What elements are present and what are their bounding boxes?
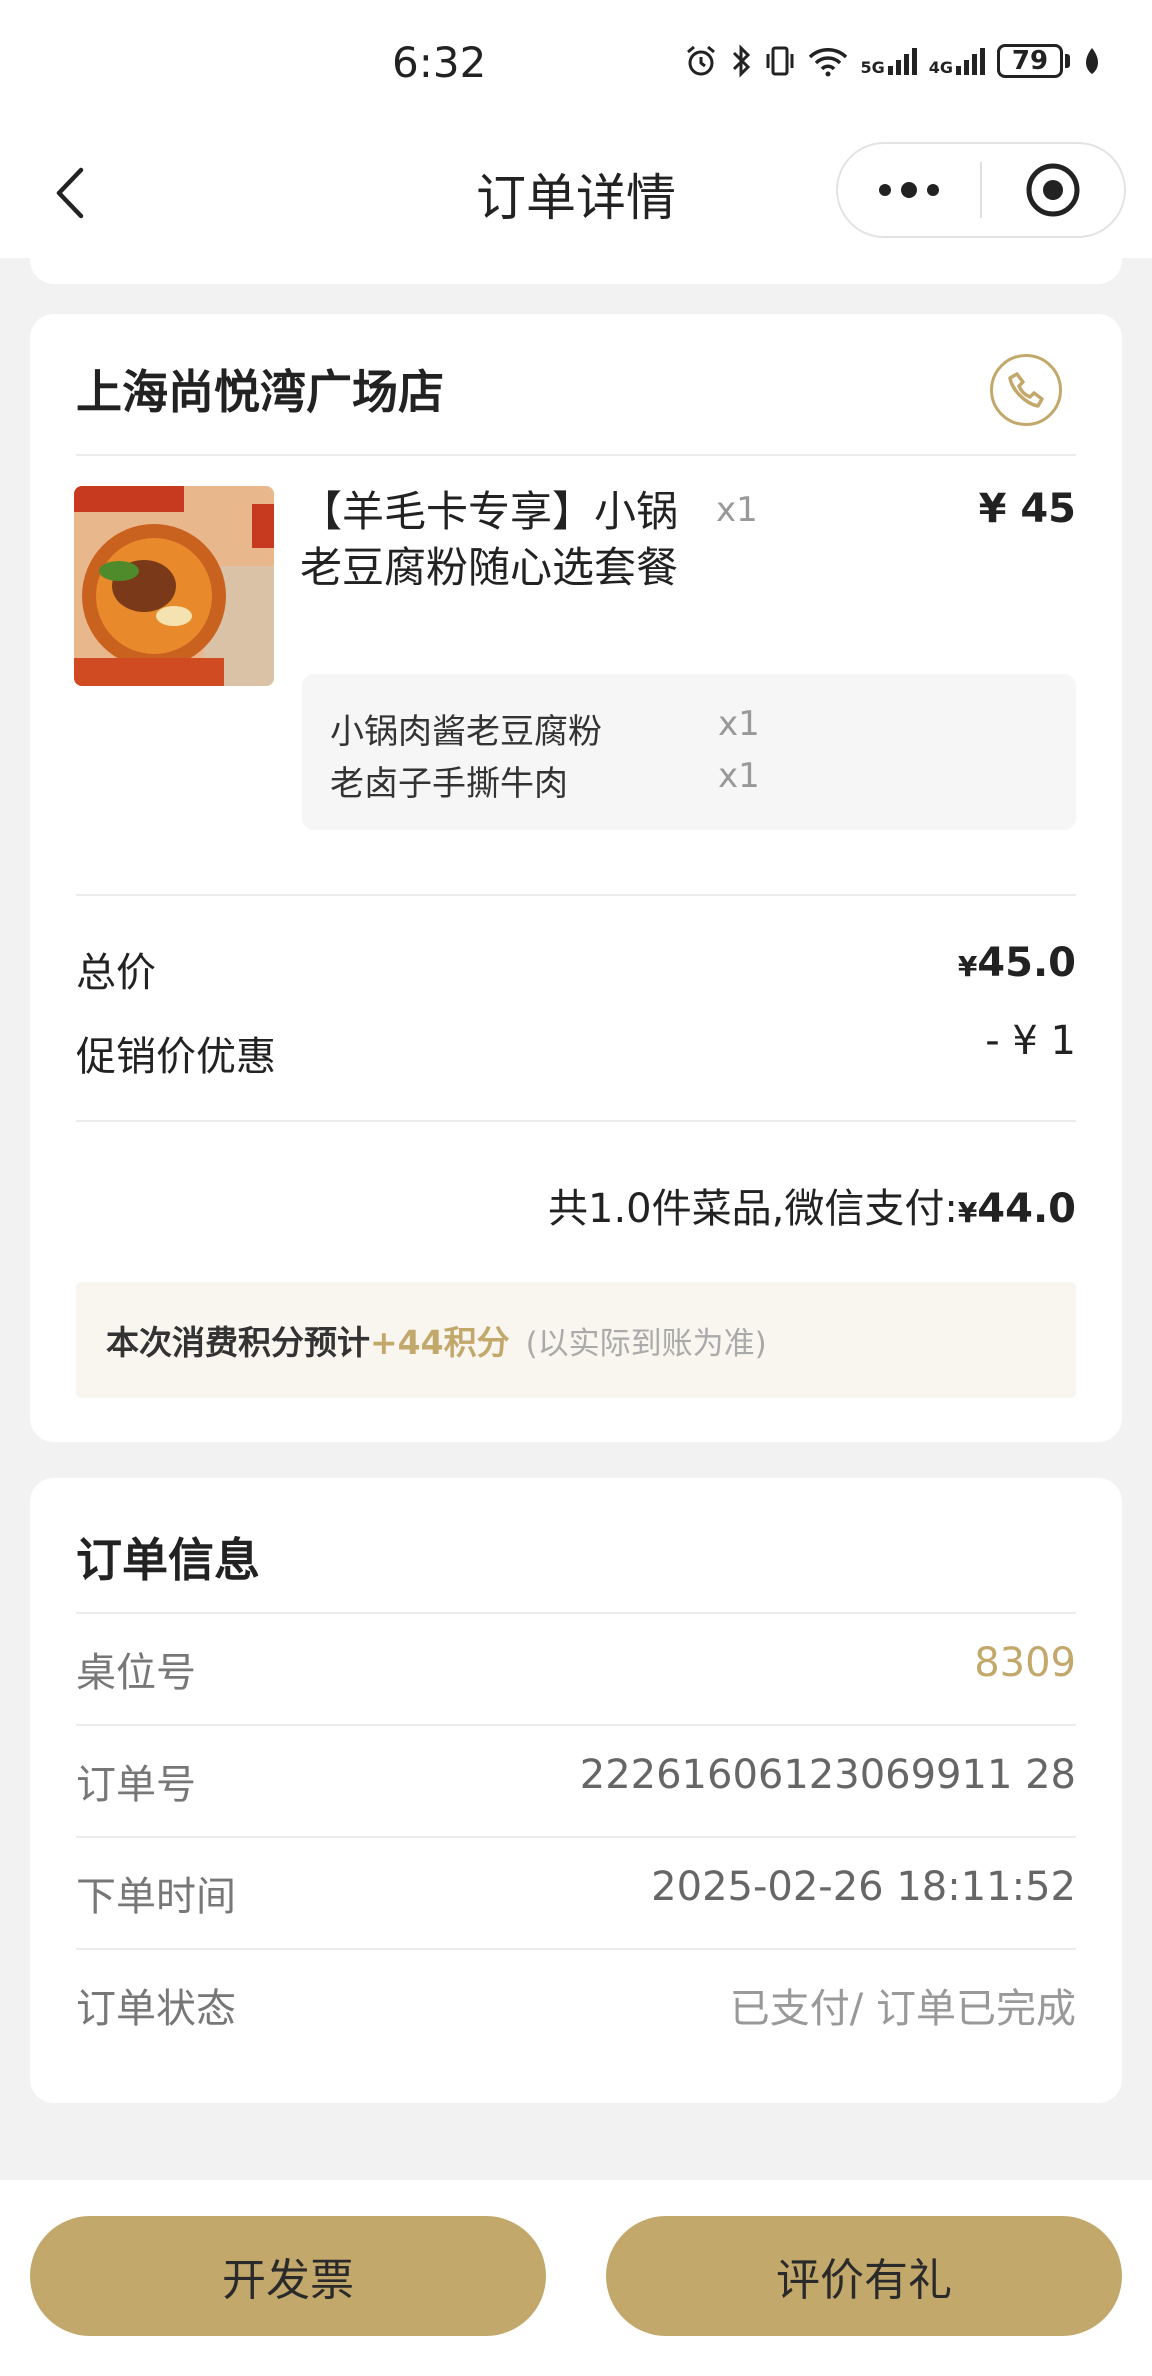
target-circle-icon [1026, 163, 1080, 217]
dish-image[interactable] [74, 486, 274, 686]
divider [76, 1724, 1076, 1726]
divider [76, 1836, 1076, 1838]
order-items-card: 上海尚悦湾广场店 【羊毛卡专享】小锅老豆腐粉随心选套餐 x1 ¥ 45 小锅肉酱… [30, 314, 1122, 1442]
invoice-button[interactable]: 开发票 [30, 2216, 546, 2336]
divider [76, 454, 1076, 456]
order-info-title: 订单信息 [76, 1533, 260, 1587]
previous-card-stub [30, 258, 1122, 284]
combo-items-box: 小锅肉酱老豆腐粉 x1 老卤子手撕牛肉 x1 [302, 674, 1076, 830]
dish-name: 【羊毛卡专享】小锅老豆腐粉随心选套餐 [300, 487, 679, 592]
status-icons: 5G 4G 79 [684, 44, 1102, 78]
bluetooth-icon [730, 44, 752, 78]
divider [76, 894, 1076, 896]
phone-icon [1008, 372, 1044, 408]
signal-5g-icon: 5G [860, 46, 917, 76]
dish-price: ¥ 45 [978, 486, 1076, 532]
divider [76, 1948, 1076, 1950]
status-time: 6:32 [392, 38, 487, 87]
payment-summary: 共1.0件菜品,微信支付:¥44.0 [548, 1186, 1076, 1232]
bottom-action-bar: 开发票 评价有礼 [0, 2180, 1152, 2376]
leaf-icon [1082, 46, 1102, 76]
status-bar: 6:32 5G 4G 79 [0, 0, 1152, 130]
table-number-label: 桌位号 [76, 1650, 196, 1696]
wifi-icon [808, 45, 848, 77]
total-price-label: 总价 [76, 950, 156, 996]
combo-item-name: 小锅肉酱老豆腐粉 [330, 712, 602, 752]
review-button[interactable]: 评价有礼 [606, 2216, 1122, 2336]
more-dots-icon [879, 182, 939, 198]
points-estimate-box: 本次消费积分预计 +44积分 (以实际到账为准) [76, 1282, 1076, 1398]
order-time-label: 下单时间 [76, 1874, 236, 1920]
total-price-value: ¥45.0 [957, 940, 1076, 986]
order-number-value[interactable]: 22261606123069911 28 [580, 1752, 1076, 1798]
vibrate-icon [764, 44, 796, 78]
divider [76, 1612, 1076, 1614]
call-store-button[interactable] [990, 354, 1062, 426]
nav-bar: 订单详情 [0, 130, 1152, 258]
dish-quantity: x1 [716, 490, 758, 530]
order-status-label: 订单状态 [76, 1986, 236, 2032]
order-info-card: 订单信息 桌位号 8309 订单号 22261606123069911 28 下… [30, 1478, 1122, 2103]
alarm-icon [684, 44, 718, 78]
order-time-value: 2025-02-26 18:11:52 [651, 1864, 1076, 1910]
close-mini-program-button[interactable] [982, 144, 1124, 236]
order-status-value: 已支付/ 订单已完成 [729, 1986, 1076, 2032]
table-number-value: 8309 [974, 1640, 1076, 1686]
order-detail-page: 6:32 5G 4G 79 订单详情 上海尚悦湾广场店 【羊毛卡专享】小锅老豆腐… [0, 0, 1152, 2376]
combo-item-qty: x1 [718, 704, 760, 744]
divider [76, 1120, 1076, 1122]
more-button[interactable] [838, 144, 980, 236]
battery-icon: 79 [997, 44, 1070, 78]
discount-label: 促销价优惠 [76, 1034, 276, 1080]
mini-program-capsule [836, 142, 1126, 238]
signal-4g-icon: 4G [929, 46, 985, 76]
discount-value: - ¥ 1 [985, 1018, 1076, 1064]
combo-item-qty: x1 [718, 756, 760, 796]
order-number-label: 订单号 [76, 1762, 196, 1808]
combo-item-name: 老卤子手撕牛肉 [330, 764, 568, 804]
store-name: 上海尚悦湾广场店 [76, 365, 444, 419]
